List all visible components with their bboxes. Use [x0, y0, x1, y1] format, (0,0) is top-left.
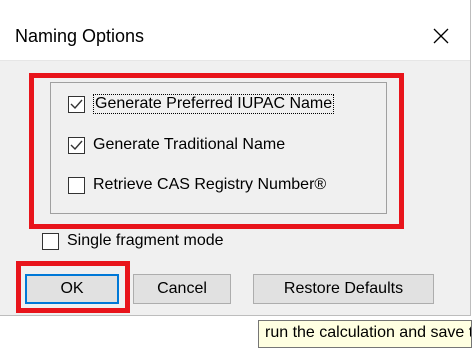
- tooltip-text: run the calculation and save the setting…: [265, 324, 471, 341]
- close-icon: [433, 28, 449, 44]
- highlight-ok-box: [16, 261, 130, 313]
- checkbox[interactable]: [42, 232, 59, 250]
- cancel-button[interactable]: Cancel: [133, 274, 231, 304]
- cancel-button-label: Cancel: [157, 280, 207, 297]
- single-fragment-label: Single fragment mode: [67, 232, 224, 249]
- restore-defaults-button[interactable]: Restore Defaults: [253, 274, 434, 304]
- highlight-options-box: [29, 73, 404, 229]
- title-bar: Naming Options: [0, 0, 470, 61]
- restore-defaults-label: Restore Defaults: [283, 280, 404, 297]
- close-button[interactable]: [426, 22, 456, 50]
- tooltip: run the calculation and save the setting…: [258, 320, 472, 348]
- dialog-title: Naming Options: [15, 26, 145, 46]
- single-fragment-mode[interactable]: Single fragment mode: [42, 232, 224, 250]
